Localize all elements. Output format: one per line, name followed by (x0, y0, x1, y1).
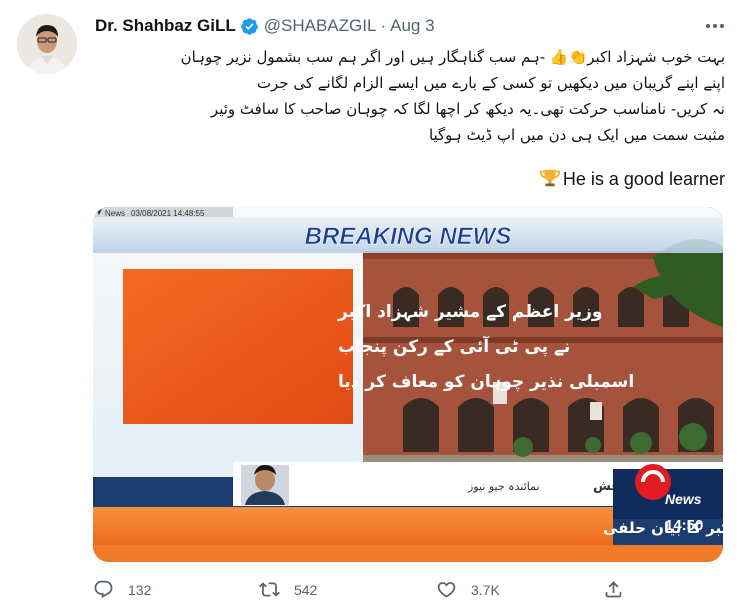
tweet-actions: 132 542 3.7K (93, 576, 723, 606)
like-button[interactable]: 3.7K (436, 579, 500, 600)
share-button[interactable] (603, 579, 624, 600)
verified-badge-icon (240, 17, 258, 35)
more-options-icon[interactable] (703, 14, 727, 38)
headline-line-3: اسمبلی نذیر چوہان کو معاف کر دیا (338, 372, 634, 392)
handle[interactable]: @SHABAZGIL (264, 16, 377, 36)
tweet-date[interactable]: Aug 3 (390, 16, 434, 36)
reply-icon (94, 580, 113, 598)
retweet-button[interactable]: 542 (259, 579, 317, 600)
banner-text: BREAKING NEWS (305, 223, 512, 250)
retweet-count: 542 (294, 581, 318, 598)
retweet-icon (259, 582, 280, 597)
display-name[interactable]: Dr. Shahbaz GiLL (95, 16, 236, 36)
channel-tag: News (105, 209, 125, 218)
timestamp: 03/08/2021 14:48:55 (131, 209, 205, 218)
reply-count: 132 (128, 581, 152, 598)
trophy-icon (539, 169, 560, 187)
headline-line-2: نے پی ٹی آئی کے رکن پنجاب (338, 335, 570, 357)
tweet-media-image[interactable]: News 03/08/2021 14:48:55 BREAKING NEWS و… (93, 207, 723, 562)
avatar[interactable] (17, 14, 77, 74)
like-count: 3.7K (471, 581, 500, 598)
reply-button[interactable]: 132 (93, 579, 151, 600)
tweet-text-line: بہت خوب شہزاد اکبر👏👍 -ہم سب گناہگار ہیں … (180, 48, 725, 66)
tweet-text-line: اپنے اپنے گریبان میں دیکھیں تو کسی کے با… (256, 74, 725, 92)
share-icon (605, 581, 622, 598)
tweet-header: Dr. Shahbaz GiLL @SHABAZGIL · Aug 3 (95, 15, 435, 37)
breaking-news-banner: BREAKING NEWS (93, 217, 723, 253)
building-scene (363, 239, 723, 475)
logo-text: News (665, 491, 702, 507)
tweet[interactable]: Dr. Shahbaz GiLL @SHABAZGIL · Aug 3 بہت … (0, 0, 743, 615)
headline-line-1: وزیر اعظم کے مشیر شہزاد اکبر (337, 302, 602, 322)
heart-icon (437, 582, 456, 598)
separator-dot: · (380, 16, 387, 35)
english-text: He is a good learner (562, 169, 725, 189)
news-screenshot: News 03/08/2021 14:48:55 BREAKING NEWS و… (93, 207, 723, 562)
reporter-title: نمائندہ جیو نیوز (467, 480, 540, 493)
tweet-text-english: He is a good learner (95, 166, 725, 192)
avatar-image (17, 14, 77, 74)
tweet-text-line: نہ کریں- نامناسب حرکت تھی۔یہ دیکھ کر اچھ… (210, 100, 725, 118)
tweet-text-urdu: بہت خوب شہزاد اکبر👏👍 -ہم سب گناہگار ہیں … (95, 44, 725, 148)
ticker-text: لاہور: نذیر چوہان نے اپنی غلطی تسلیم کرل… (603, 519, 723, 538)
tweet-text-line: مثبت سمت میں ایک ہی دن میں اپ ڈیٹ ہوگیا (428, 126, 725, 144)
